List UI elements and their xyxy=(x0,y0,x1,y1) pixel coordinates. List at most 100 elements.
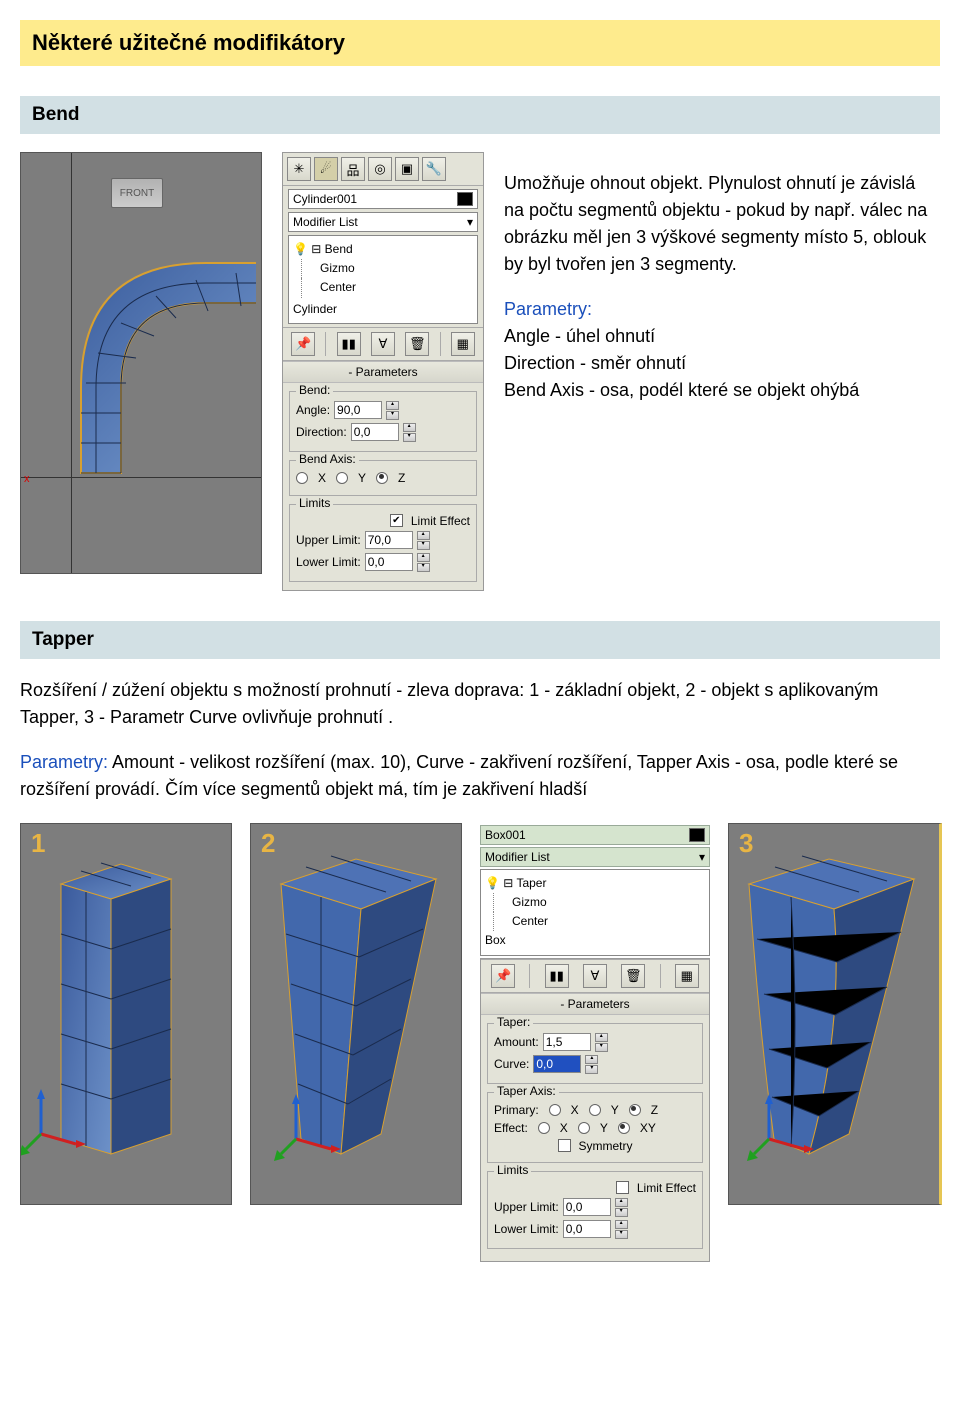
remove-icon-2[interactable]: 🗑 xyxy=(621,964,645,988)
primary-x[interactable] xyxy=(549,1104,561,1116)
hierarchy-tab-icon[interactable]: 品 xyxy=(341,157,365,181)
limit-effect-checkbox-2[interactable] xyxy=(616,1181,629,1194)
configure-icon-2[interactable]: ▦ xyxy=(675,964,699,988)
angle-input[interactable]: 90,0 xyxy=(334,401,382,419)
direction-input[interactable]: 0,0 xyxy=(351,423,399,441)
primary-z[interactable] xyxy=(629,1104,641,1116)
symmetry-checkbox[interactable] xyxy=(558,1139,571,1152)
effect-x[interactable] xyxy=(538,1122,550,1134)
tree-item-base-2[interactable]: Box xyxy=(485,931,705,950)
configure-icon[interactable]: ▦ xyxy=(451,332,475,356)
modifier-list-label-2: Modifier List xyxy=(485,850,550,864)
unique-icon[interactable]: ∀ xyxy=(371,332,395,356)
object-name-text: Cylinder001 xyxy=(293,192,357,206)
group-bend-axis: Bend Axis: X Y Z xyxy=(289,460,477,496)
upper-limit-input-2[interactable]: 0,0 xyxy=(563,1198,611,1216)
modifier-stack[interactable]: 💡 ⊟ Bend Gizmo Center Cylinder xyxy=(288,235,478,324)
primary-label: Primary: xyxy=(494,1103,539,1117)
upper-limit-spinner-2[interactable]: ▴▾ xyxy=(615,1198,628,1217)
remove-icon[interactable]: 🗑 xyxy=(405,332,429,356)
object-name-field-2[interactable]: Box001 xyxy=(480,825,710,845)
lower-limit-input-2[interactable]: 0,0 xyxy=(563,1220,611,1238)
limit-effect-label-2: Limit Effect xyxy=(637,1181,696,1195)
motion-tab-icon[interactable]: ◎ xyxy=(368,157,392,181)
rollout-parameters[interactable]: - Parameters xyxy=(283,361,483,383)
chevron-down-icon: ▾ xyxy=(467,215,473,229)
lower-limit-label: Lower Limit: xyxy=(296,555,361,569)
display-tab-icon[interactable]: ▣ xyxy=(395,157,419,181)
pin-icon-2[interactable]: 📌 xyxy=(491,964,515,988)
curve-spinner[interactable]: ▴▾ xyxy=(585,1055,598,1074)
tree-item-bend[interactable]: 💡 ⊟ Bend xyxy=(293,240,473,259)
radio-z[interactable] xyxy=(376,472,388,484)
modifier-list-dropdown[interactable]: Modifier List ▾ xyxy=(288,212,478,232)
angle-spinner[interactable]: ▴▾ xyxy=(386,401,399,420)
radio-y[interactable] xyxy=(336,472,348,484)
overlay-1: 1 xyxy=(31,828,45,859)
lower-limit-row: Lower Limit: 0,0 ▴▾ xyxy=(296,553,470,572)
section-bend-title: Bend xyxy=(20,96,940,134)
group-bend-legend: Bend: xyxy=(296,383,333,397)
direction-spinner[interactable]: ▴▾ xyxy=(403,423,416,442)
effect-y[interactable] xyxy=(578,1122,590,1134)
color-swatch-2[interactable] xyxy=(689,828,705,842)
amount-spinner[interactable]: ▴▾ xyxy=(595,1033,608,1052)
color-swatch[interactable] xyxy=(457,192,473,206)
bend-axis-radios: X Y Z xyxy=(296,471,470,485)
upper-limit-input[interactable]: 70,0 xyxy=(365,531,413,549)
radio-x[interactable] xyxy=(296,472,308,484)
pin-icon[interactable]: 📌 xyxy=(291,332,315,356)
curve-input[interactable]: 0,0 xyxy=(533,1055,581,1073)
utilities-tab-icon[interactable]: 🔧 xyxy=(422,157,446,181)
param-angle: Angle - úhel ohnutí xyxy=(504,326,655,346)
box-shape-2 xyxy=(251,824,461,1204)
upper-limit-label: Upper Limit: xyxy=(296,533,361,547)
group-limits: Limits ✔ Limit Effect Upper Limit: 70,0 … xyxy=(289,504,477,582)
lower-limit-input[interactable]: 0,0 xyxy=(365,553,413,571)
object-name-text-2: Box001 xyxy=(485,828,526,842)
create-tab-icon[interactable]: ✳ xyxy=(287,157,311,181)
limit-effect-label: Limit Effect xyxy=(411,514,470,528)
thumb-3: 3 xyxy=(728,823,942,1205)
tree-item-gizmo[interactable]: Gizmo xyxy=(301,259,473,278)
rollout-parameters-2[interactable]: - Parameters xyxy=(481,993,709,1015)
show-result-icon-2[interactable]: ▮▮ xyxy=(545,964,569,988)
direction-label: Direction: xyxy=(296,425,347,439)
angle-label: Angle: xyxy=(296,403,330,417)
amount-input[interactable]: 1,5 xyxy=(543,1033,591,1051)
viewport-bend: FRONT x xyxy=(20,152,262,574)
object-name-field[interactable]: Cylinder001 xyxy=(288,189,478,209)
tree-item-base[interactable]: Cylinder xyxy=(293,300,473,319)
bend-params: Parametry: Angle - úhel ohnutí Direction… xyxy=(504,296,940,404)
tree-item-center[interactable]: Center xyxy=(301,278,473,297)
unique-icon-2[interactable]: ∀ xyxy=(583,964,607,988)
tree-item-taper[interactable]: 💡 ⊟ Taper xyxy=(485,874,705,893)
primary-y[interactable] xyxy=(589,1104,601,1116)
thumb-1: 1 xyxy=(20,823,232,1205)
lower-limit-spinner-2[interactable]: ▴▾ xyxy=(615,1220,628,1239)
lower-limit-spinner[interactable]: ▴▾ xyxy=(417,553,430,572)
box-shape-1 xyxy=(21,824,231,1204)
tree-item-gizmo-2[interactable]: Gizmo xyxy=(493,893,705,912)
radio-x-label: X xyxy=(318,471,326,485)
thumb-2: 2 xyxy=(250,823,462,1205)
page-title: Některé užitečné modifikátory xyxy=(20,20,940,66)
upper-limit-spinner[interactable]: ▴▾ xyxy=(417,531,430,550)
modify-tab-icon[interactable]: ☄ xyxy=(314,157,338,181)
bend-row: FRONT x xyxy=(20,152,940,591)
modifier-list-dropdown-2[interactable]: Modifier List ▾ xyxy=(480,847,710,867)
limit-effect-checkbox[interactable]: ✔ xyxy=(390,514,403,527)
effect-xy[interactable] xyxy=(618,1122,630,1134)
overlay-3: 3 xyxy=(739,828,753,859)
params-label: Parametry: xyxy=(504,299,592,319)
stack-toolbar-2: 📌 ▮▮ ∀ 🗑 ▦ xyxy=(481,959,709,993)
radio-z-label: Z xyxy=(398,471,405,485)
tree-item-center-2[interactable]: Center xyxy=(493,912,705,931)
modifier-panel: ✳ ☄ 品 ◎ ▣ 🔧 Cylinder001 Modifier List ▾ … xyxy=(282,152,484,591)
modifier-stack-2[interactable]: 💡 ⊟ Taper Gizmo Center Box xyxy=(480,869,710,956)
front-label[interactable]: FRONT xyxy=(111,178,163,208)
effect-label: Effect: xyxy=(494,1121,528,1135)
show-result-icon[interactable]: ▮▮ xyxy=(337,332,361,356)
box-shape-3 xyxy=(729,824,939,1204)
group-limits-legend: Limits xyxy=(296,496,333,510)
